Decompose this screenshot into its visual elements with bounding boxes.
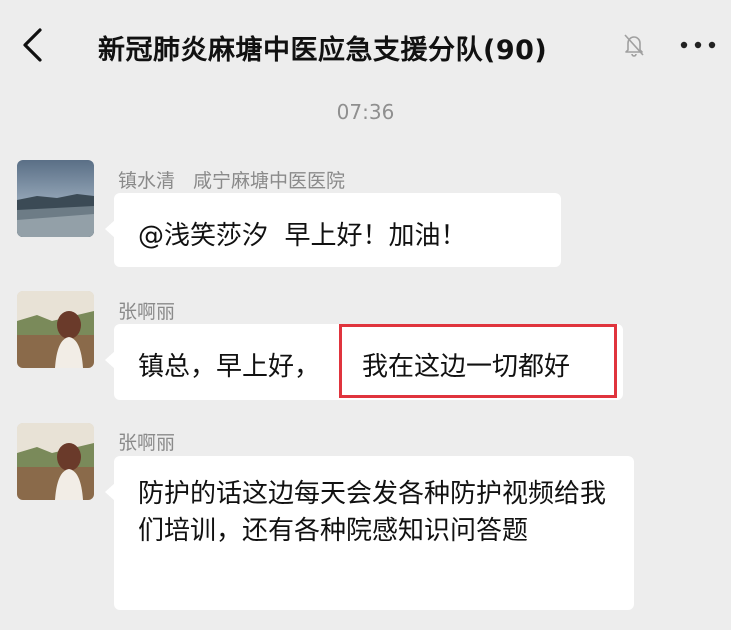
sender-name: 张啊丽 <box>118 432 176 454</box>
avatar-portrait-image <box>17 423 94 500</box>
message-text: @浅笑莎汐 早上好！加油！ <box>138 221 467 251</box>
chat-title: 新冠肺炎麻塘中医应急支援分队(90) <box>98 35 548 66</box>
message-bubble[interactable]: @浅笑莎汐 早上好！加油！ <box>105 193 561 267</box>
avatar[interactable] <box>17 291 94 368</box>
message-timestamp: 07:36 <box>336 100 395 124</box>
avatar-portrait-image <box>17 291 94 368</box>
sender-name: 镇水清 <box>118 170 176 192</box>
message-bubble[interactable]: 防护的话这边每天会发各种防护视频给我们培训，还有各种院感知识问答题 <box>105 456 634 610</box>
message-text: 镇总，早上好， <box>138 352 321 382</box>
message-text: 防护的话这边每天会发各种防护视频给我们培训，还有各种院感知识问答题 <box>138 479 607 546</box>
chat-header: 新冠肺炎麻塘中医应急支援分队(90) <box>0 0 731 92</box>
message-sender: 镇水清 咸宁麻塘中医医院 <box>118 166 345 193</box>
message-sender: 张啊丽 <box>118 297 175 324</box>
message-sender: 张啊丽 <box>118 428 175 455</box>
sender-name: 张啊丽 <box>118 301 176 323</box>
message-bubble[interactable]: 镇总，早上好， 我在这边一切都好 <box>105 324 623 400</box>
bell-off-icon <box>624 34 644 57</box>
sender-organization: 咸宁麻塘中医医院 <box>193 170 346 192</box>
avatar[interactable] <box>17 423 94 500</box>
chevron-left-icon[interactable] <box>18 27 48 63</box>
avatar-landscape-image <box>17 160 94 237</box>
more-dots-icon[interactable] <box>678 36 718 54</box>
avatar[interactable] <box>17 160 94 237</box>
message-text-highlighted: 我在这边一切都好 <box>362 352 571 382</box>
